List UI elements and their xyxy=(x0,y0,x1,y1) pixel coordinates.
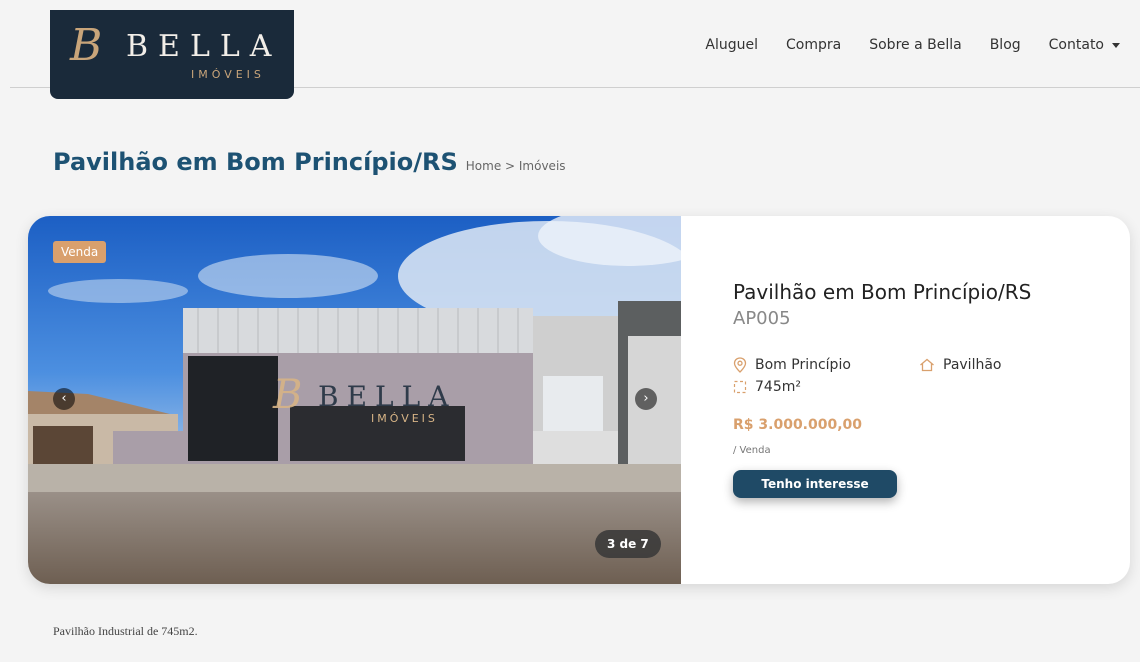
chevron-right-icon[interactable]: › xyxy=(635,388,657,410)
page-title: Pavilhão em Bom Princípio/RS xyxy=(53,148,458,176)
title-row: Pavilhão em Bom Princípio/RS Home > Imóv… xyxy=(53,148,566,176)
nav-contato[interactable]: Contato xyxy=(1049,37,1120,53)
feature-area: 745m² xyxy=(733,379,1093,395)
property-code: AP005 xyxy=(733,308,791,329)
logo-mark: B xyxy=(70,20,103,71)
property-area: 745m² xyxy=(755,379,801,395)
breadcrumb[interactable]: Home > Imóveis xyxy=(466,159,566,173)
photo-counter: 3 de 7 xyxy=(595,530,661,558)
property-photo-image: B BELLA IMÓVEIS xyxy=(28,216,681,584)
site-logo[interactable]: B BELLA IMÓVEIS xyxy=(50,10,294,99)
photo-watermark-sub: IMÓVEIS xyxy=(371,412,438,425)
house-icon xyxy=(920,358,934,372)
listing-card: B BELLA IMÓVEIS Venda ‹ › 3 de 7 Pavilhã… xyxy=(28,216,1130,584)
photo-watermark-word: BELLA xyxy=(318,380,456,413)
nav-aluguel[interactable]: Aluguel xyxy=(705,37,758,53)
logo-subtitle: IMÓVEIS xyxy=(191,68,265,81)
interest-button[interactable]: Tenho interesse xyxy=(733,470,897,498)
property-type: Pavilhão xyxy=(943,357,1002,373)
main-nav: Aluguel Compra Sobre a Bella Blog Contat… xyxy=(705,37,1120,53)
logo-wordmark: BELLA xyxy=(126,29,282,64)
caret-down-icon xyxy=(1112,42,1120,48)
feature-location: Bom Princípio xyxy=(733,357,919,373)
property-title: Pavilhão em Bom Princípio/RS xyxy=(733,280,1032,304)
svg-text:B: B xyxy=(272,372,302,418)
nav-blog[interactable]: Blog xyxy=(990,37,1021,53)
listing-info: Pavilhão em Bom Princípio/RS AP005 Bom P… xyxy=(733,280,1093,498)
feature-row: Bom Princípio Pavilhão xyxy=(733,357,1093,373)
price-suffix: / Venda xyxy=(733,445,771,456)
property-city: Bom Princípio xyxy=(755,357,851,373)
property-photo[interactable]: B BELLA IMÓVEIS Venda ‹ › 3 de 7 xyxy=(28,216,681,584)
property-description: Pavilhão Industrial de 745m2. xyxy=(53,624,198,638)
chevron-left-icon[interactable]: ‹ xyxy=(53,388,75,410)
location-pin-icon xyxy=(733,357,747,373)
nav-sobre[interactable]: Sobre a Bella xyxy=(869,37,961,53)
area-icon xyxy=(733,380,747,394)
property-price: R$ 3.000.000,00 xyxy=(733,417,863,433)
nav-compra[interactable]: Compra xyxy=(786,37,841,53)
feature-type: Pavilhão xyxy=(919,357,1001,373)
nav-contato-label: Contato xyxy=(1048,37,1104,53)
status-badge: Venda xyxy=(53,241,107,263)
